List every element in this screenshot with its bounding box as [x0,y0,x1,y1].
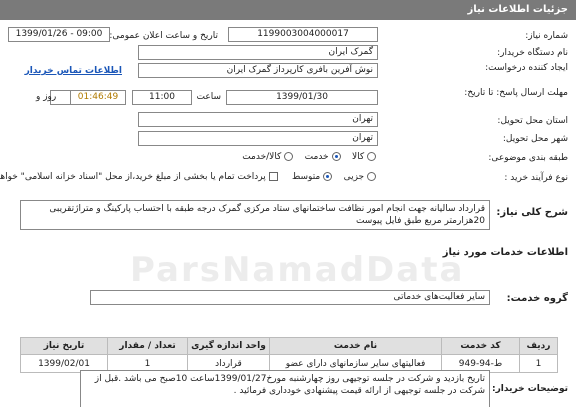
buyer-org-label: نام دستگاه خریدار: [497,48,568,58]
col-need-date: تاریخ نیاز [20,337,108,355]
radio-selected-icon[interactable] [323,172,333,181]
category-label: طبقه بندی موضوعی: [488,153,568,163]
need-number-label: شماره نیاز: [525,31,568,41]
buyer-contact-link[interactable]: اطلاعات تماس خریدار [25,66,122,76]
category-option-goods-service[interactable]: کالا/خدمت [242,152,294,162]
buyer-notes-box: تاریخ بازدید و شرکت در جلسه توجیهی روز چ… [80,370,490,407]
city-field: تهران [138,131,378,146]
col-unit: واحد اندازه گیری [187,337,270,355]
province-label: استان محل تحویل: [497,116,568,126]
cell-row: 1 [519,354,558,373]
col-service-name: نام خدمت [269,337,442,355]
radio-selected-icon[interactable] [331,152,341,161]
deadline-time-label: ساعت [196,92,222,102]
need-number-field: 1199003004000017 [228,27,378,42]
buyer-notes-label: توضیحات خریدار: [492,384,568,394]
buyer-org-field: گمرک ایران [138,45,378,60]
radio-icon[interactable] [367,172,376,181]
description-label: شرح کلی نیاز: [496,207,568,218]
radio-icon[interactable] [367,152,376,161]
category-radio-group: کالا خدمت کالا/خدمت [242,152,376,162]
announce-field: 1399/01/26 - 09:00 [8,27,110,42]
days-label: روز و [36,92,57,102]
col-service-code: کد خدمت [441,337,520,355]
service-group-field: سایر فعالیت‌های خدماتی [90,290,490,305]
province-field: تهران [138,112,378,127]
deadline-date-field: 1399/01/30 [226,90,378,105]
requester-label: ایجاد کننده درخواست: [485,63,568,73]
process-label: نوع فرآیند خرید : [504,173,568,183]
service-group-label: گروه خدمت: [506,293,568,304]
process-option-minor[interactable]: جزیی [344,172,376,182]
city-label: شهر محل تحویل: [502,134,568,144]
deadline-time-field: 11:00 [132,90,192,105]
col-quantity: تعداد / مقدار [107,337,188,355]
services-section-title: اطلاعات خدمات مورد نیاز [442,247,568,258]
category-option-service[interactable]: خدمت [305,152,341,162]
description-box: قرارداد سالیانه جهت انجام امور نظافت ساخ… [20,200,490,230]
remaining-time-field: 01:46:49 [70,90,126,105]
category-option-goods[interactable]: کالا [352,152,376,162]
page-header: جزئیات اطلاعات نیاز [0,0,576,20]
watermark: ParsNamadData [130,250,465,290]
col-row: ردیف [519,337,558,355]
services-table: ردیف کد خدمت نام خدمت واحد اندازه گیری ت… [20,337,558,373]
radio-icon[interactable] [284,152,294,161]
requester-field: نوش آفرین بافری کارپرداز گمرک ایران [138,63,378,78]
announce-label: تاریخ و ساعت اعلان عمومی: [109,31,218,41]
payment-note: پرداخت تمام یا بخشی از مبلغ خرید،از محل … [0,172,266,182]
payment-checkbox[interactable] [268,172,278,181]
process-option-medium[interactable]: متوسط [292,172,333,182]
table-header-row: ردیف کد خدمت نام خدمت واحد اندازه گیری ت… [20,337,558,355]
process-radio-group: جزیی متوسط پرداخت تمام یا بخشی از مبلغ خ… [0,172,376,182]
deadline-label: مهلت ارسال پاسخ: تا تاریخ: [464,88,568,98]
